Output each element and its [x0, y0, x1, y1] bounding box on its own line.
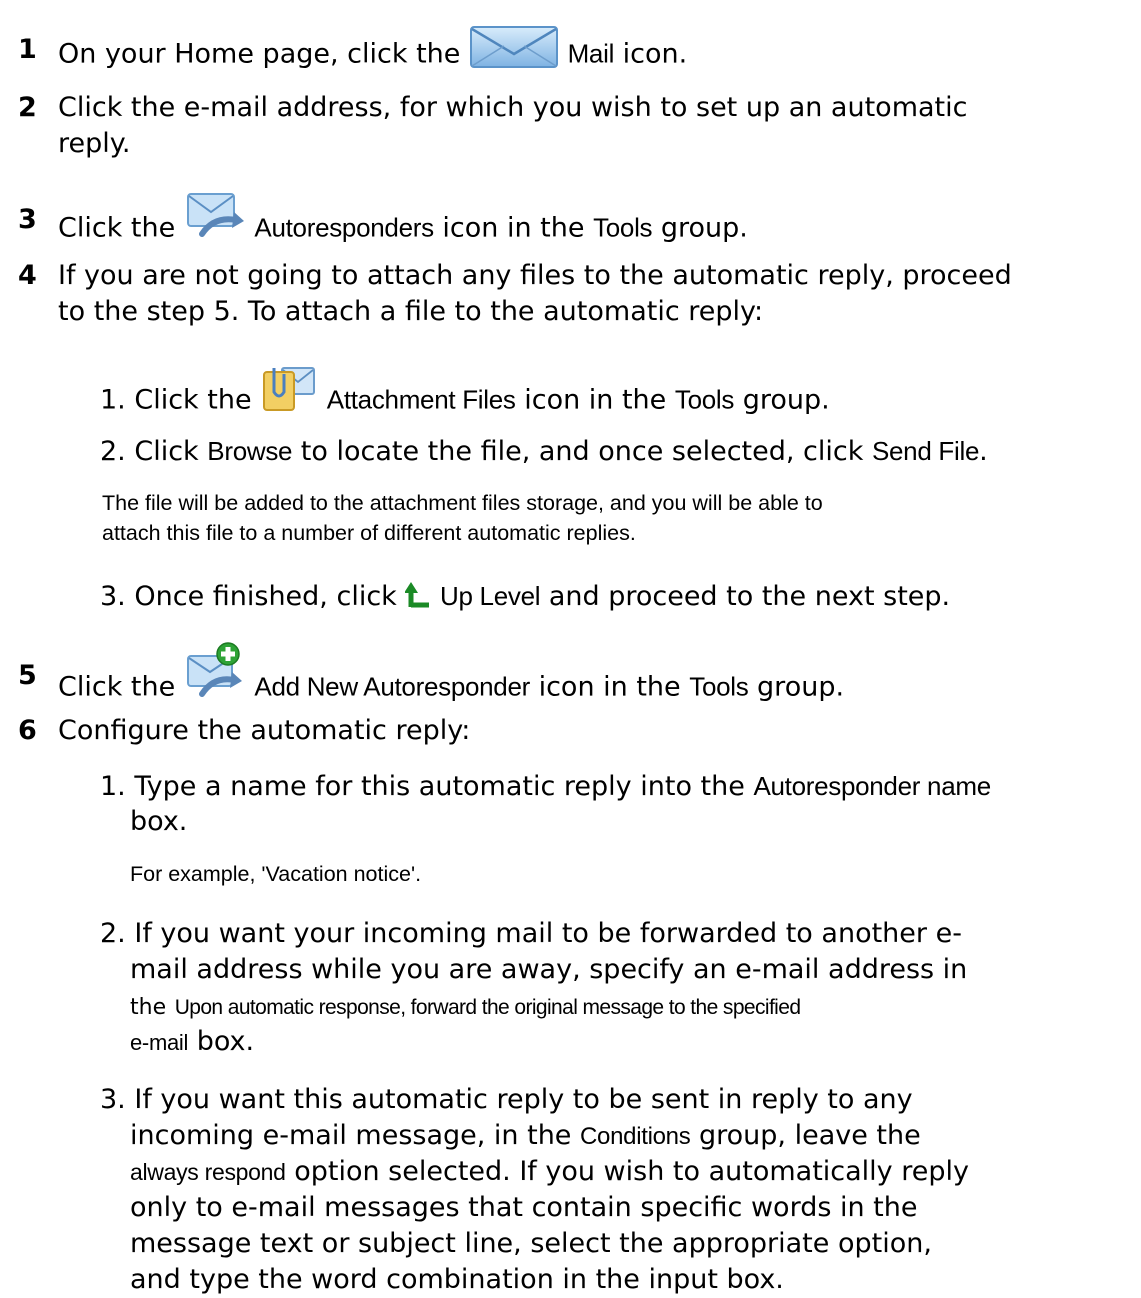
substep-6-1: 1. Type a name for this automatic reply … [100, 771, 991, 802]
step-number: 6 [18, 715, 37, 746]
step-3-text: Click the Autoresponders icon in the Too… [58, 193, 748, 256]
step-number: 1 [18, 34, 37, 65]
substep-6-3-line-5: message text or subject line, select the… [130, 1228, 932, 1259]
step-2-line-2: reply. [58, 128, 131, 159]
help-document: 1 On your Home page, click the Mail icon… [0, 0, 1141, 1295]
step-number: 4 [18, 260, 37, 291]
step-number: 5 [18, 660, 37, 691]
substep-6-3-line-2: incoming e-mail message, in the Conditio… [130, 1120, 921, 1151]
substep-6-3-line-1: 3. If you want this automatic reply to b… [100, 1084, 913, 1115]
substep-6-1-line-2: box. [130, 806, 188, 837]
example-note: For example, 'Vacation notice'. [130, 862, 422, 886]
substep-4-1: 1. Click the Attachment Files icon in th… [100, 367, 830, 428]
step-1-text: On your Home page, click the Mail icon. [58, 26, 687, 78]
note-line-1: The file will be added to the attachment… [102, 491, 823, 515]
up-level-icon [405, 581, 431, 609]
substep-6-2-line-4: e-mail box. [130, 1026, 255, 1057]
step-number: 3 [18, 204, 37, 235]
substep-6-3-line-4: only to e-mail messages that contain spe… [130, 1192, 918, 1223]
step-number: 2 [18, 92, 37, 123]
step-6-text: Configure the automatic reply: [58, 715, 471, 746]
substep-6-2-line-1: 2. If you want your incoming mail to be … [100, 918, 962, 949]
substep-4-2: 2. Click Browse to locate the file, and … [100, 436, 988, 467]
step-5-text: Click the Add New Autoresponder icon in … [58, 642, 844, 718]
step-4-line-1: If you are not going to attach any files… [58, 260, 1012, 291]
substep-6-3-line-6: and type the word combination in the inp… [130, 1264, 784, 1295]
substep-6-2-line-2: mail address while you are away, specify… [130, 954, 968, 985]
substep-4-3: 3. Once finished, click Up Level and pro… [100, 581, 951, 612]
substep-6-2-line-3: the Upon automatic response, forward the… [130, 995, 801, 1020]
note-line-2: attach this file to a number of differen… [102, 521, 636, 545]
mail-icon [469, 24, 559, 70]
attachment-files-icon [260, 362, 318, 416]
add-autoresponder-icon [184, 642, 246, 702]
autoresponders-icon [184, 190, 246, 244]
step-2-line-1: Click the e-mail address, for which you … [58, 92, 968, 123]
step-4-line-2: to the step 5. To attach a file to the a… [58, 296, 764, 327]
substep-6-3-line-3: always respond option selected. If you w… [130, 1156, 969, 1187]
